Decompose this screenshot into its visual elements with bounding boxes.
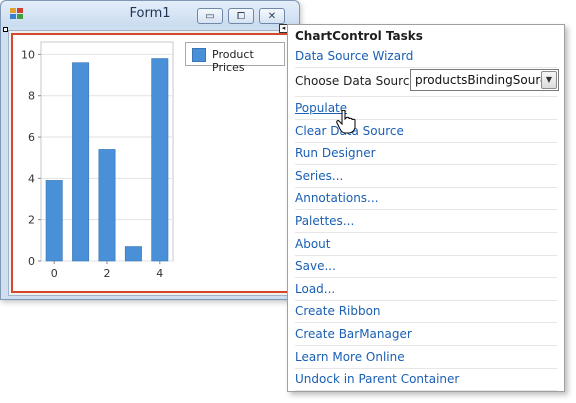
run-designer-link[interactable]: Run Designer	[295, 146, 376, 160]
row-run-designer: Run Designer	[295, 143, 557, 166]
learn-more-online-link[interactable]: Learn More Online	[295, 350, 405, 364]
row-learn-more-online: Learn More Online	[295, 347, 557, 369]
chart-control[interactable]: 0 2 4 6 8 10 0 2 4 Product Prices	[11, 33, 290, 293]
close-icon: ✕	[267, 10, 277, 22]
minimize-button[interactable]: ▭	[197, 8, 223, 24]
row-annotations: Annotations...	[295, 188, 557, 211]
x-tick-label: 0	[51, 267, 58, 280]
resize-handle-top-left[interactable]	[3, 27, 8, 32]
row-save: Save...	[295, 256, 557, 279]
row-populate: Populate	[295, 98, 557, 120]
legend-label: Product Prices	[212, 48, 254, 74]
save-link[interactable]: Save...	[295, 259, 336, 273]
close-button[interactable]: ✕	[259, 8, 285, 24]
row-create-barmanager: Create BarManager	[295, 324, 557, 346]
bar	[124, 246, 142, 262]
y-tick-label: 6	[28, 131, 35, 144]
y-tick-label: 0	[28, 255, 35, 268]
x-tick-label: 4	[156, 267, 163, 280]
undock-in-parent-container-link[interactable]: Undock in Parent Container	[295, 372, 459, 386]
bar	[98, 149, 116, 262]
form-titlebar[interactable]: Form1 ▭ ⧠ ✕	[1, 1, 299, 27]
bar	[72, 62, 90, 262]
minimize-icon: ▭	[205, 10, 215, 22]
row-series: Series...	[295, 166, 557, 188]
row-palettes: Palettes...	[295, 211, 557, 233]
row-create-ribbon: Create Ribbon	[295, 301, 557, 324]
bar	[45, 180, 63, 262]
row-about: About	[295, 234, 557, 256]
create-ribbon-link[interactable]: Create Ribbon	[295, 304, 381, 318]
form-client-area: 0 2 4 6 8 10 0 2 4 Product Prices	[8, 30, 293, 296]
about-link[interactable]: About	[295, 237, 330, 251]
row-clear-data-source: Clear Data Source	[295, 121, 557, 143]
create-barmanager-link[interactable]: Create BarManager	[295, 327, 412, 341]
y-tick-label: 10	[21, 48, 35, 61]
form-title: Form1	[129, 6, 171, 21]
maximize-icon: ⧠	[237, 10, 245, 22]
chart-legend: Product Prices	[185, 42, 285, 74]
annotations-link[interactable]: Annotations...	[295, 191, 379, 205]
chartcontrol-tasks-panel: ChartControl Tasks Data Source Wizard Ch…	[287, 24, 565, 392]
load-link[interactable]: Load...	[295, 282, 335, 296]
maximize-button[interactable]: ⧠	[228, 8, 254, 24]
hand-cursor-icon	[336, 110, 356, 134]
series-link[interactable]: Series...	[295, 169, 343, 183]
row-load: Load...	[295, 279, 557, 301]
y-tick-label: 4	[28, 172, 35, 185]
y-tick-label: 2	[28, 214, 35, 227]
palettes-link[interactable]: Palettes...	[295, 214, 354, 228]
form-window[interactable]: Form1 ▭ ⧠ ✕ 0 2 4 6 8 10 0 2 4 Product Prices	[0, 0, 300, 300]
y-tick-label: 8	[28, 90, 35, 103]
bar	[151, 58, 169, 262]
legend-swatch	[192, 48, 206, 62]
x-tick-label: 2	[104, 267, 111, 280]
row-undock-in-parent-container: Undock in Parent Container	[295, 369, 557, 392]
